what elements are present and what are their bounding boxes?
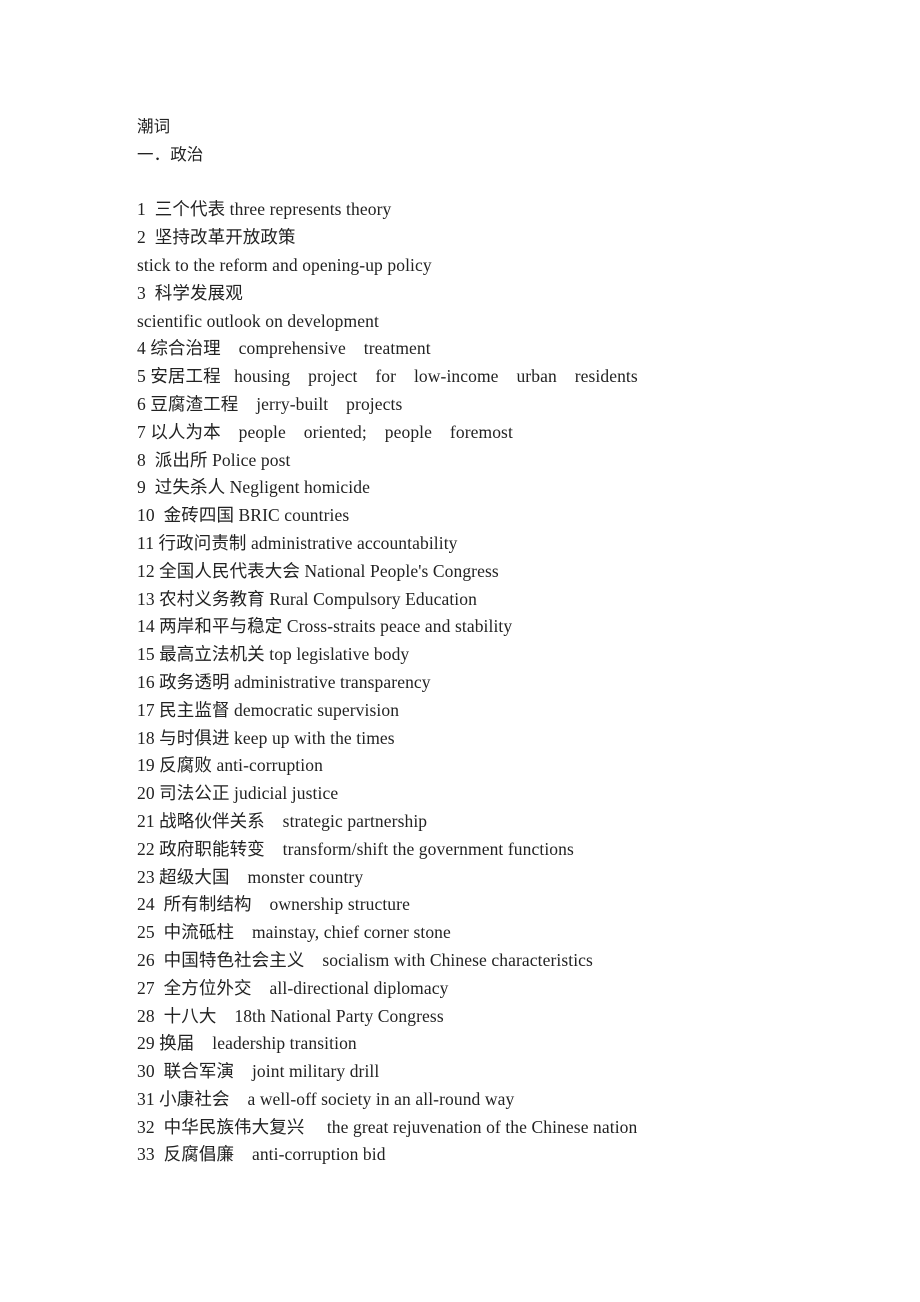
list-item-translation: scientific outlook on development — [137, 310, 379, 331]
list-item: 25 中流砥柱 mainstay, chief corner stone — [137, 922, 451, 943]
list-item: 11 行政问责制 administrative accountability — [137, 532, 458, 553]
list-item: 28 十八大 18th National Party Congress — [137, 1005, 444, 1026]
list-item: 20 司法公正 judicial justice — [137, 783, 339, 804]
list-item: 31 小康社会 a well-off society in an all-rou… — [137, 1088, 515, 1109]
section-heading-politics: 一．政治 — [137, 144, 204, 164]
list-item: 26 中国特色社会主义 socialism with Chinese chara… — [137, 949, 593, 970]
list-item: 16 政务透明 administrative transparency — [137, 671, 431, 692]
document-title: 潮词 — [137, 117, 171, 136]
list-item: 3 科学发展观 — [137, 282, 243, 303]
list-item: 14 两岸和平与稳定 Cross-straits peace and stabi… — [137, 616, 513, 637]
list-item: 7 以人为本 people oriented; people foremost — [137, 421, 513, 442]
list-item: 33 反腐倡廉 anti-corruption bid — [137, 1144, 386, 1165]
list-item: 27 全方位外交 all-directional diplomacy — [137, 977, 449, 998]
list-item: 2 坚持改革开放政策 — [137, 227, 296, 248]
list-item: 18 与时俱进 keep up with the times — [137, 727, 395, 748]
list-item: 19 反腐败 anti-corruption — [137, 755, 323, 776]
list-item: 24 所有制结构 ownership structure — [137, 894, 410, 915]
list-item: 30 联合军演 joint military drill — [137, 1061, 380, 1082]
list-item: 15 最高立法机关 top legislative body — [137, 644, 410, 665]
list-item: 4 综合治理 comprehensive treatment — [137, 338, 431, 359]
list-item: 22 政府职能转变 transform/shift the government… — [137, 838, 574, 859]
list-item: 23 超级大国 monster country — [137, 866, 364, 887]
document-page: 潮词 一．政治 1 三个代表 three represents theory 2… — [0, 0, 920, 1302]
list-item: 1 三个代表 three represents theory — [137, 199, 392, 220]
list-item: 6 豆腐渣工程 jerry-built projects — [137, 393, 403, 414]
list-item: 21 战略伙伴关系 strategic partnership — [137, 810, 428, 831]
list-item: 12 全国人民代表大会 National People's Congress — [137, 560, 499, 581]
list-item: 8 派出所 Police post — [137, 449, 291, 470]
list-item: 13 农村义务教育 Rural Compulsory Education — [137, 588, 477, 609]
document-body: 潮词 一．政治 1 三个代表 three represents theory 2… — [137, 113, 737, 1169]
list-item-translation: stick to the reform and opening-up polic… — [137, 254, 432, 275]
list-item: 32 中华民族伟大复兴 the great rejuvenation of th… — [137, 1116, 638, 1137]
list-item: 9 过失杀人 Negligent homicide — [137, 477, 370, 498]
list-item: 10 金砖四国 BRIC countries — [137, 505, 350, 526]
list-item: 29 换届 leadership transition — [137, 1033, 357, 1054]
list-item: 17 民主监督 democratic supervision — [137, 699, 400, 720]
list-item: 5 安居工程 housing project for low-income ur… — [137, 366, 638, 387]
